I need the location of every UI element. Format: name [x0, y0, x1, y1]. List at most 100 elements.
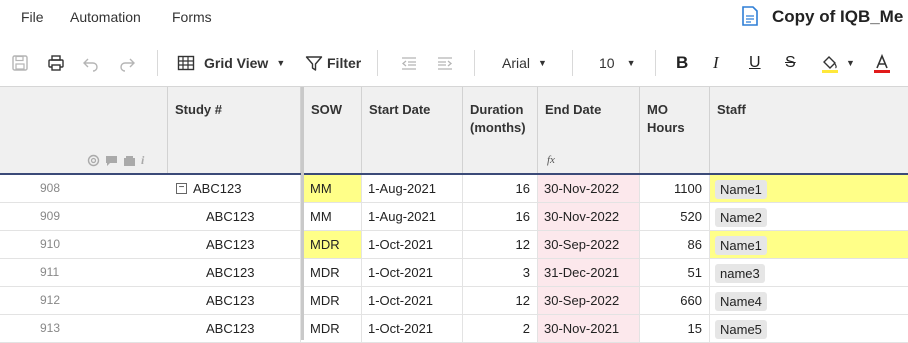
- cell-end-date[interactable]: 30-Nov-2021: [538, 315, 640, 342]
- document-title[interactable]: Copy of IQB_Me: [772, 7, 903, 27]
- staff-contact-tag[interactable]: Name4: [715, 292, 767, 311]
- column-header-study[interactable]: Study #: [168, 87, 301, 173]
- save-button[interactable]: [11, 40, 29, 86]
- table-row[interactable]: 908− ABC123 MM 1-Aug-2021 16 30-Nov-2022 1100 N…: [0, 175, 908, 203]
- cell-mo-hours[interactable]: 520: [640, 203, 710, 230]
- staff-contact-tag[interactable]: Name2: [715, 208, 767, 227]
- column-header-staff[interactable]: Staff: [710, 87, 908, 173]
- underline-button[interactable]: U: [749, 40, 761, 86]
- cell-sow[interactable]: MM: [304, 203, 362, 230]
- toolbar-divider: [474, 50, 475, 76]
- cell-study[interactable]: ABC123: [168, 231, 301, 258]
- staff-contact-tag[interactable]: name3: [715, 264, 765, 283]
- cell-duration[interactable]: 2: [463, 315, 538, 342]
- cell-sow[interactable]: MDR: [304, 231, 362, 258]
- staff-contact-tag[interactable]: Name1: [715, 236, 767, 255]
- table-row[interactable]: 911 ABC123 MDR 1-Oct-2021 3 31-Dec-2021 51 name…: [0, 259, 908, 287]
- cell-study-value: ABC123: [206, 293, 255, 308]
- toolbar-divider: [377, 50, 378, 76]
- table-row[interactable]: 912 ABC123 MDR 1-Oct-2021 12 30-Sep-2022 660 Na…: [0, 287, 908, 315]
- cell-sow[interactable]: MDR: [304, 315, 362, 342]
- cell-study-value: ABC123: [206, 237, 255, 252]
- cell-study[interactable]: ABC123: [168, 259, 301, 286]
- chevron-down-icon: ▼: [846, 58, 855, 68]
- cell-staff[interactable]: Name1: [710, 231, 908, 258]
- cell-start-date[interactable]: 1-Oct-2021: [362, 231, 463, 258]
- table-row[interactable]: 910 ABC123 MDR 1-Oct-2021 12 30-Sep-2022 86 Nam…: [0, 231, 908, 259]
- menu-forms[interactable]: Forms: [172, 9, 212, 25]
- cell-mo-hours[interactable]: 1100: [640, 175, 710, 202]
- cell-mo-hours[interactable]: 15: [640, 315, 710, 342]
- cell-start-date[interactable]: 1-Oct-2021: [362, 259, 463, 286]
- cell-staff[interactable]: Name4: [710, 287, 908, 314]
- cell-staff[interactable]: name3: [710, 259, 908, 286]
- mo-hours-header-line1: MO: [647, 102, 668, 117]
- cell-study-value: ABC123: [206, 265, 255, 280]
- cell-duration[interactable]: 12: [463, 231, 538, 258]
- frozen-column-divider[interactable]: [301, 87, 304, 340]
- cell-start-date[interactable]: 1-Oct-2021: [362, 287, 463, 314]
- redo-button[interactable]: [118, 40, 136, 86]
- text-color-button[interactable]: [872, 40, 892, 86]
- cell-mo-hours[interactable]: 51: [640, 259, 710, 286]
- cell-study-value: ABC123: [206, 321, 255, 336]
- grid-view-dropdown[interactable]: Grid View ▼: [177, 40, 285, 86]
- undo-button[interactable]: [82, 40, 100, 86]
- cell-duration[interactable]: 3: [463, 259, 538, 286]
- outdent-button[interactable]: [400, 40, 418, 86]
- cell-study[interactable]: − ABC123: [168, 175, 301, 202]
- cell-sow[interactable]: MM: [304, 175, 362, 202]
- cell-mo-hours[interactable]: 86: [640, 231, 710, 258]
- cell-duration[interactable]: 16: [463, 203, 538, 230]
- italic-button[interactable]: I: [713, 40, 719, 86]
- staff-contact-tag[interactable]: Name1: [715, 180, 767, 199]
- cell-mo-hours[interactable]: 660: [640, 287, 710, 314]
- menu-file[interactable]: File: [21, 9, 44, 25]
- duration-header-line1: Duration: [470, 102, 524, 117]
- column-header-sow[interactable]: SOW: [304, 87, 362, 173]
- cell-end-date[interactable]: 30-Sep-2022: [538, 231, 640, 258]
- cell-study[interactable]: ABC123: [168, 203, 301, 230]
- cell-end-date[interactable]: 31-Dec-2021: [538, 259, 640, 286]
- cell-duration[interactable]: 16: [463, 175, 538, 202]
- toolbar-divider: [655, 50, 656, 76]
- menu-automation[interactable]: Automation: [70, 9, 141, 25]
- cell-sow[interactable]: MDR: [304, 287, 362, 314]
- row-action-icons: i: [87, 151, 144, 169]
- column-header-mo-hours[interactable]: MO Hours: [640, 87, 710, 173]
- print-button[interactable]: [47, 40, 65, 86]
- strikethrough-icon: S: [785, 54, 796, 71]
- fill-color-button[interactable]: ▼: [820, 40, 855, 86]
- font-family-dropdown[interactable]: Arial ▼: [502, 40, 547, 86]
- sheet-grid: i Study # SOW Start Date Duration (month…: [0, 87, 908, 343]
- staff-contact-tag[interactable]: Name5: [715, 320, 767, 339]
- column-header-start-date[interactable]: Start Date: [362, 87, 463, 173]
- cell-start-date[interactable]: 1-Oct-2021: [362, 315, 463, 342]
- cell-end-date[interactable]: 30-Sep-2022: [538, 287, 640, 314]
- font-size-dropdown[interactable]: 10 ▼: [599, 40, 636, 86]
- strikethrough-button[interactable]: S: [785, 40, 796, 86]
- cell-study[interactable]: ABC123: [168, 287, 301, 314]
- cell-start-date[interactable]: 1-Aug-2021: [362, 203, 463, 230]
- cell-staff[interactable]: Name1: [710, 175, 908, 202]
- cell-end-date[interactable]: 30-Nov-2022: [538, 203, 640, 230]
- filter-button[interactable]: Filter: [305, 40, 361, 86]
- table-row[interactable]: 913 ABC123 MDR 1-Oct-2021 2 30-Nov-2021 15 Name…: [0, 315, 908, 343]
- cell-start-date[interactable]: 1-Aug-2021: [362, 175, 463, 202]
- proof-icon: [124, 155, 135, 166]
- comment-icon: [106, 155, 117, 166]
- cell-study[interactable]: ABC123: [168, 315, 301, 342]
- cell-staff[interactable]: Name2: [710, 203, 908, 230]
- column-header-end-date[interactable]: End Date fx: [538, 87, 640, 173]
- indent-button[interactable]: [436, 40, 454, 86]
- save-icon: [12, 55, 28, 71]
- table-row[interactable]: 909 ABC123 MM 1-Aug-2021 16 30-Nov-2022 520 Nam…: [0, 203, 908, 231]
- duration-header-line2: (months): [470, 120, 526, 135]
- collapse-toggle-icon[interactable]: −: [176, 183, 187, 195]
- cell-end-date[interactable]: 30-Nov-2022: [538, 175, 640, 202]
- cell-duration[interactable]: 12: [463, 287, 538, 314]
- bold-button[interactable]: B: [676, 40, 688, 86]
- cell-sow[interactable]: MDR: [304, 259, 362, 286]
- column-header-duration[interactable]: Duration (months): [463, 87, 538, 173]
- cell-staff[interactable]: Name5: [710, 315, 908, 342]
